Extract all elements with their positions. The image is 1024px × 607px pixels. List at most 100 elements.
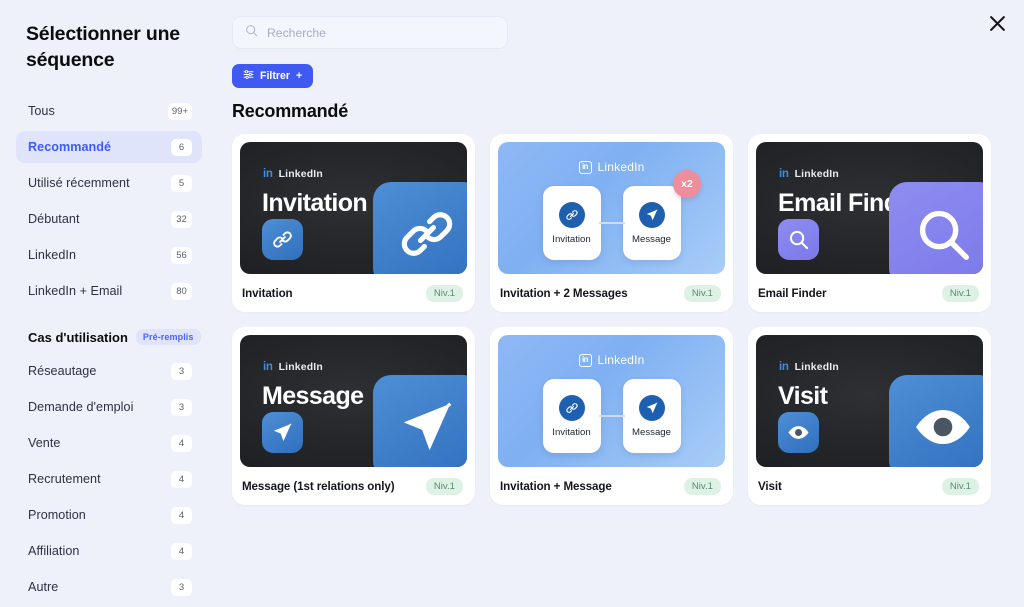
sidebar-item-utilis-r-cemment[interactable]: Utilisé récemment 5 [16, 167, 202, 199]
sidebar-item-d-butant[interactable]: Débutant 32 [16, 203, 202, 235]
linkedin-branding: in LinkedIn [779, 361, 839, 373]
nav-item-count: 3 [171, 398, 192, 416]
plus-icon: + [296, 70, 303, 82]
search-bar[interactable] [232, 16, 508, 49]
linkedin-icon: in [263, 168, 273, 180]
nav-item-label: Réseautage [28, 364, 97, 379]
linkedin-icon: in [263, 361, 273, 373]
sequence-card[interactable]: in LinkedIn Email Finder Email Finder Ni… [748, 134, 991, 312]
sequence-card[interactable]: in LinkedIn Invitation Message Invitatio… [490, 327, 733, 505]
card-thumb-title: Message [262, 382, 364, 410]
sidebar-item-linkedin-email[interactable]: LinkedIn + Email 80 [16, 275, 202, 307]
sequence-card-grid: in LinkedIn Invitation Invitation Niv.1 … [232, 134, 996, 505]
close-icon [989, 15, 1006, 35]
linkedin-icon: in [779, 168, 789, 180]
search-input[interactable] [267, 25, 477, 40]
linkedin-label: LinkedIn [597, 160, 645, 174]
section-title: Recommandé [232, 101, 349, 121]
card-thumb-title: Visit [778, 382, 828, 410]
sidebar-item-recommand[interactable]: Recommandé 6 [16, 131, 202, 164]
usecase-item-promotion[interactable]: Promotion 4 [16, 499, 202, 531]
nav-item-label: Affiliation [28, 544, 80, 559]
linkedin-branding: in LinkedIn [263, 168, 323, 180]
nav-item-count: 5 [171, 174, 192, 192]
sequence-card[interactable]: in LinkedIn Invitation Message x2 Invita… [490, 134, 733, 312]
usecase-item-recrutement[interactable]: Recrutement 4 [16, 463, 202, 495]
nav-item-count: 6 [171, 138, 192, 156]
main-panel: Filtrer + Recommandé in LinkedIn Invitat… [218, 0, 1024, 607]
linkedin-branding: in LinkedIn [263, 361, 323, 373]
usecase-item-autre[interactable]: Autre 3 [16, 571, 202, 603]
card-thumbnail: in LinkedIn Email Finder [756, 142, 983, 274]
sidebar-item-linkedin[interactable]: LinkedIn 56 [16, 239, 202, 271]
nav-item-label: Promotion [28, 508, 86, 523]
link-icon [558, 394, 585, 421]
level-badge: Niv.1 [683, 284, 721, 302]
nav-item-count: 80 [171, 282, 192, 300]
eye-icon-small [778, 412, 819, 453]
level-badge: Niv.1 [941, 284, 979, 302]
nav-item-count: 56 [171, 246, 192, 264]
send-icon [638, 201, 665, 228]
usecase-item-vente[interactable]: Vente 4 [16, 427, 202, 459]
linkedin-label: LinkedIn [794, 361, 839, 373]
card-title: Invitation + 2 Messages [500, 286, 628, 300]
nav-item-count: 4 [171, 470, 192, 488]
usecase-section-header: Cas d'utilisation Pré-remplis [28, 329, 202, 346]
flow-node: Invitation [542, 186, 601, 260]
linkedin-icon: in [578, 160, 592, 174]
filter-button-label: Filtrer [260, 70, 291, 82]
usecase-item-demande-d-emploi[interactable]: Demande d'emploi 3 [16, 391, 202, 423]
card-thumbnail: in LinkedIn Message [240, 335, 467, 467]
nav-item-label: Autre [28, 580, 59, 595]
send-icon [638, 394, 665, 421]
nav-item-label: Demande d'emploi [28, 400, 134, 415]
usecase-item-r-seautage[interactable]: Réseautage 3 [16, 355, 202, 387]
sliders-icon [243, 69, 254, 83]
nav-item-count: 4 [171, 542, 192, 560]
card-title: Message (1st relations only) [242, 479, 395, 493]
linkedin-branding: in LinkedIn [578, 353, 645, 367]
card-footer: Message (1st relations only) Niv.1 [240, 467, 467, 505]
link-icon [558, 201, 585, 228]
nav-item-count: 99+ [167, 102, 192, 120]
flow-node-label: Message [632, 233, 671, 245]
nav-item-label: Tous [28, 104, 55, 119]
sidebar: Sélectionner une séquence Tous 99+ Recomma… [0, 0, 218, 607]
linkedin-label: LinkedIn [278, 361, 323, 373]
sidebar-item-tous[interactable]: Tous 99+ [16, 95, 202, 127]
page-title: Sélectionner une séquence [26, 23, 180, 71]
magnifier-icon-large [889, 182, 983, 274]
card-title: Visit [758, 479, 782, 493]
card-footer: Email Finder Niv.1 [756, 274, 983, 312]
flow-node-label: Invitation [552, 233, 591, 245]
sequence-card[interactable]: in LinkedIn Message Message (1st relatio… [232, 327, 475, 505]
sequence-card[interactable]: in LinkedIn Visit Visit Niv.1 [748, 327, 991, 505]
nav-item-label: LinkedIn [28, 248, 77, 263]
link-icon-large [373, 182, 467, 274]
flow-node: Invitation [542, 379, 601, 453]
nav-item-count: 32 [171, 210, 192, 228]
flow-connector [598, 222, 625, 224]
linkedin-icon: in [578, 353, 592, 367]
flow-node: Message [622, 379, 681, 453]
nav-item-label: Vente [28, 436, 61, 451]
category-nav: Tous 99+ Recommandé 6 Utilisé récemment 5 Débu… [16, 95, 202, 307]
link-icon-small [262, 219, 303, 260]
sequence-picker-modal: Sélectionner une séquence Tous 99+ Recomma… [0, 0, 1024, 607]
card-footer: Invitation + Message Niv.1 [498, 467, 725, 505]
nav-item-label: Utilisé récemment [28, 176, 130, 191]
flow-connector [598, 415, 625, 417]
magnifier-icon-small [778, 219, 819, 260]
close-button[interactable] [982, 10, 1012, 40]
level-badge: Niv.1 [425, 284, 463, 302]
send-icon-large [373, 375, 467, 467]
sequence-card[interactable]: in LinkedIn Invitation Invitation Niv.1 [232, 134, 475, 312]
card-thumbnail: in LinkedIn Visit [756, 335, 983, 467]
linkedin-branding: in LinkedIn [578, 160, 645, 174]
usecase-item-affiliation[interactable]: Affiliation 4 [16, 535, 202, 567]
nav-item-count: 4 [171, 506, 192, 524]
card-thumbnail: in LinkedIn Invitation [240, 142, 467, 274]
card-footer: Invitation Niv.1 [240, 274, 467, 312]
filter-button[interactable]: Filtrer + [232, 64, 314, 88]
